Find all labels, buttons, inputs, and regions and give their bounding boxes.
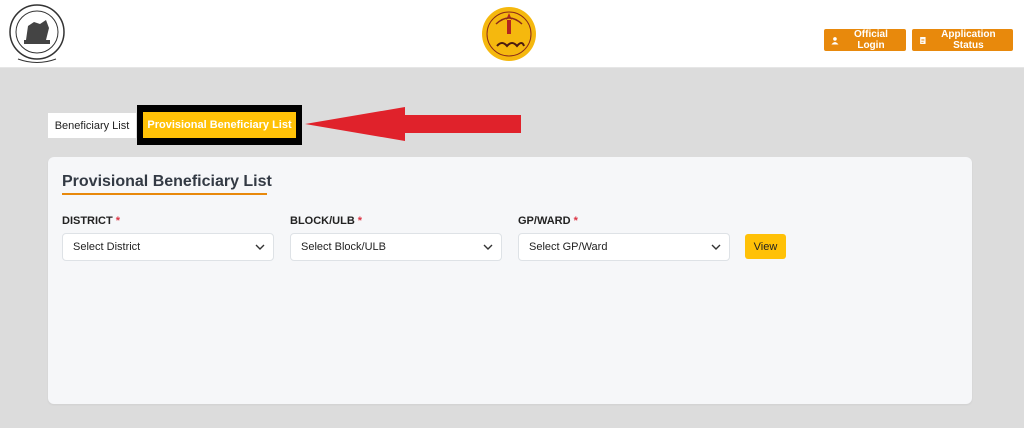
required-mark: * [573,215,578,227]
official-login-button[interactable]: Official Login [824,29,906,51]
application-status-button[interactable]: Application Status [912,29,1013,51]
filter-card: Provisional Beneficiary List DISTRICT * S… [48,157,972,404]
gp-ward-select[interactable]: Select GP/Ward [518,233,730,261]
chevron-down-icon [483,244,493,250]
district-label-text: DISTRICT [62,215,113,227]
state-emblem-logo [9,4,65,63]
chevron-down-icon [255,244,265,250]
district-select[interactable]: Select District [62,233,274,261]
tab-provisional-beneficiary-list[interactable]: Provisional Beneficiary List [143,112,296,138]
user-icon [831,36,839,44]
block-label: BLOCK/ULB * [290,215,362,227]
gp-ward-label: GP/WARD * [518,215,578,227]
card-title: Provisional Beneficiary List [62,173,272,190]
document-icon [920,36,926,44]
chevron-down-icon [711,244,721,250]
top-header: Official Login Application Status [0,0,1024,68]
title-underline [62,193,267,195]
gp-ward-select-value: Select GP/Ward [529,241,608,253]
gp-ward-label-text: GP/WARD [518,215,571,227]
block-select[interactable]: Select Block/ULB [290,233,502,261]
district-select-value: Select District [73,241,141,253]
subhadra-logo [482,7,536,61]
district-label: DISTRICT * [62,215,120,227]
application-status-label: Application Status [941,29,996,51]
required-mark: * [115,215,121,227]
required-mark: * [357,215,363,227]
block-select-value: Select Block/ULB [301,241,386,253]
view-button[interactable]: View [745,234,786,259]
tab-beneficiary-list-label: Beneficiary List [54,119,130,132]
official-login-label: Official Login [854,29,888,51]
tab-beneficiary-list[interactable]: Beneficiary List [48,113,136,138]
block-label-text: BLOCK/ULB [290,215,355,227]
tab-provisional-beneficiary-list-label: Provisional Beneficiary List [147,119,292,131]
annotation-arrow-icon [305,107,521,141]
